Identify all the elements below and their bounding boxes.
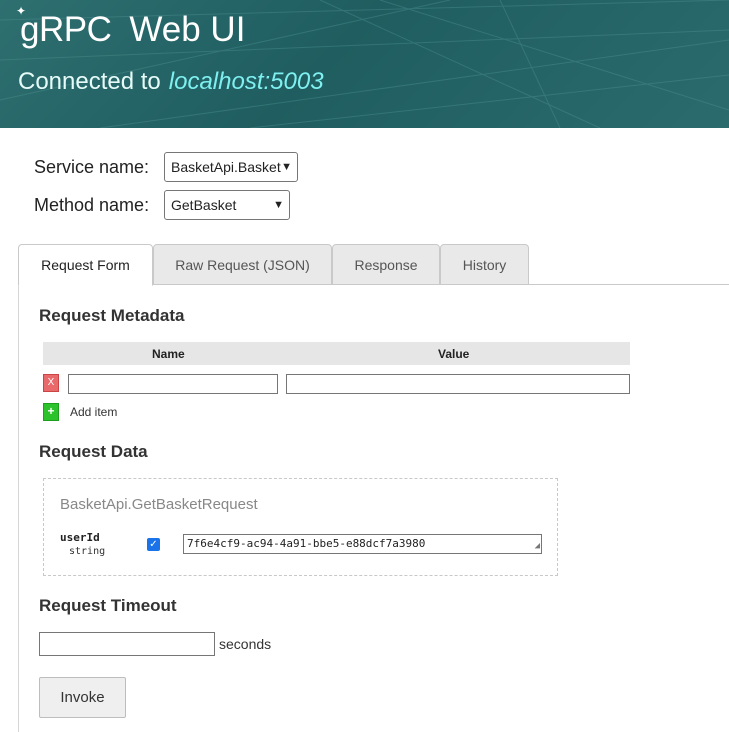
- checkmark-icon: ✓: [149, 539, 158, 550]
- metadata-name-column: Name: [152, 347, 185, 361]
- remove-metadata-button[interactable]: X: [43, 374, 59, 392]
- connected-label: Connected to: [18, 68, 161, 95]
- timeout-unit-label: seconds: [219, 636, 272, 652]
- host-address: localhost:5003: [168, 68, 324, 95]
- request-metadata-heading: Request Metadata: [39, 306, 185, 325]
- app-title: Web UI: [129, 10, 246, 49]
- tab-response[interactable]: Response: [332, 244, 440, 285]
- app-header: ✦ gRPC Web UI Connected to localhost:5003: [0, 0, 729, 128]
- service-select[interactable]: BasketApi.Basket ▼: [164, 152, 298, 182]
- tab-history[interactable]: History: [440, 244, 529, 285]
- request-timeout-heading: Request Timeout: [39, 596, 177, 615]
- method-select-value: GetBasket: [171, 197, 237, 213]
- method-name-label: Method name:: [34, 195, 150, 215]
- timeout-input[interactable]: [39, 632, 215, 656]
- user-id-value: 7f6e4cf9-ac94-4a91-bbe5-e88dcf7a3980: [187, 537, 426, 550]
- metadata-name-input[interactable]: [68, 374, 278, 394]
- chevron-down-icon: ▼: [273, 199, 284, 211]
- method-select[interactable]: GetBasket ▼: [164, 190, 290, 220]
- add-metadata-button[interactable]: +: [43, 403, 59, 421]
- logo-text: gRPC: [20, 10, 112, 49]
- message-type-label: BasketApi.GetBasketRequest: [60, 496, 258, 513]
- service-name-label: Service name:: [34, 157, 150, 177]
- request-data-form: BasketApi.GetBasketRequest userId string…: [43, 478, 558, 576]
- service-select-value: BasketApi.Basket: [171, 159, 281, 175]
- metadata-table-header: Name Value: [43, 342, 630, 365]
- field-type: string: [69, 546, 106, 557]
- add-item-label: Add item: [70, 405, 118, 419]
- request-data-heading: Request Data: [39, 442, 148, 461]
- logo-spark-icon: ✦: [16, 4, 26, 18]
- invoke-button[interactable]: Invoke: [39, 677, 126, 718]
- metadata-value-column: Value: [438, 347, 470, 361]
- grpc-logo: ✦ gRPC Web UI: [16, 4, 246, 50]
- tab-request-form[interactable]: Request Form: [18, 244, 153, 286]
- metadata-value-input[interactable]: [286, 374, 630, 394]
- resize-handle-icon[interactable]: ◢: [535, 539, 540, 553]
- field-enabled-checkbox[interactable]: ✓: [147, 538, 160, 551]
- panel-border: [18, 284, 19, 732]
- tab-raw-request[interactable]: Raw Request (JSON): [153, 244, 332, 285]
- user-id-textarea[interactable]: 7f6e4cf9-ac94-4a91-bbe5-e88dcf7a3980 ◢: [183, 534, 542, 554]
- connection-status: Connected to localhost:5003: [18, 68, 324, 96]
- chevron-down-icon: ▼: [281, 161, 292, 173]
- field-name: userId: [60, 531, 100, 544]
